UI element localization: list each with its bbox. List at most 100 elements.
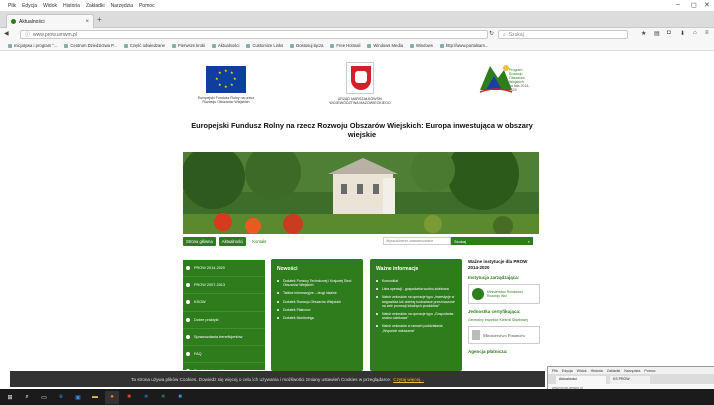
bookmark-item[interactable]: Windows [409, 43, 433, 48]
bookmark-star-icon[interactable]: ★ [641, 30, 646, 37]
nav-contact-link[interactable]: Kontakt [252, 239, 266, 244]
certifying-body-title: Jednostka certyfikująca: [468, 309, 521, 314]
windows-start-icon[interactable]: ⊞ [3, 391, 17, 404]
bullet-icon [186, 300, 190, 305]
bookmark-icon [330, 43, 335, 48]
left-nav-item[interactable]: Dobre praktyki [183, 312, 265, 329]
eagle-emblem-icon [472, 330, 480, 340]
search-icon: ⌕ [503, 31, 506, 38]
close-window-icon[interactable]: ✕ [704, 1, 710, 9]
nav-home-button[interactable]: Strona główna [183, 236, 216, 246]
app-icon[interactable]: ■ [173, 391, 187, 404]
left-navigation: PROW 2014-2020 PROW 2007-2013 KSOW Dobre… [183, 260, 265, 381]
menu-item[interactable]: Narzędzia [111, 3, 134, 9]
region-logo: URZĄD MARSZAŁKOWSKI WOJEWÓDZTWA MAZOWIEC… [322, 62, 398, 105]
info-box: Ważne informacje Komunikat Lista operacj… [370, 259, 462, 371]
preview-tab: Aktualności [556, 376, 606, 384]
news-link[interactable]: Tablice informacyjne – drogi lokalne [277, 291, 357, 295]
minimize-icon[interactable]: – [676, 1, 680, 8]
new-tab-button[interactable]: + [97, 15, 102, 24]
url-text: www.prow.umwm.pl [33, 31, 77, 38]
excel-icon[interactable]: ■ [156, 391, 170, 404]
reload-icon[interactable]: ↻ [489, 30, 494, 37]
maximize-icon[interactable]: ◻ [691, 1, 697, 9]
menu-item[interactable]: Zakładki [86, 3, 105, 9]
back-icon[interactable]: ◀ [4, 30, 9, 37]
bookmark-item[interactable]: Inicjatywa i program "... [8, 43, 57, 48]
info-link[interactable]: Lista operacji - gospodarka wodno-ścieko… [376, 287, 456, 291]
eu-logo: ★ ★ ★ ★ ★ ★ ★ ★ Europejski Fundusz Rolny na rze… [197, 66, 255, 104]
certifying-body-name[interactable]: Generalny Inspektor Kontroli Skarbowej [468, 318, 540, 322]
nav-news-button[interactable]: Aktualności [218, 236, 247, 246]
word-icon[interactable]: ■ [139, 391, 153, 404]
powerpoint-icon[interactable]: ■ [122, 391, 136, 404]
bookmark-item[interactable]: Customize Links [246, 43, 283, 48]
menu-item[interactable]: Historia [63, 3, 80, 9]
tab-title: Aktualności [19, 18, 45, 25]
bookmark-item[interactable]: http://www.portalsam... [439, 43, 488, 48]
page-headline: Europejski Fundusz Rolny na rzecz Rozwoj… [191, 121, 533, 139]
menu-bar: Plik Edycja Widok Historia Zakładki Narz… [0, 0, 714, 11]
menu-item[interactable]: Plik [8, 3, 16, 9]
menu-item[interactable]: Edycja [22, 3, 37, 9]
firefox-icon[interactable]: ● [105, 390, 119, 404]
left-nav-item[interactable]: PROW 2014-2020 [183, 260, 265, 278]
info-link[interactable]: Nabór wniosków w ramach poddziałania „Ws… [376, 324, 456, 333]
bullet-icon [186, 317, 190, 322]
hero-image [183, 152, 539, 234]
bookmark-item[interactable]: Free Hotmail [330, 43, 360, 48]
info-link[interactable]: Nabór wniosków na operacje typu „Inwesty… [376, 295, 456, 308]
menu-item[interactable]: Widok [43, 3, 57, 9]
paying-agency-title: Agencja płatnicza: [468, 349, 508, 354]
explorer-icon[interactable]: ▬ [88, 391, 102, 404]
site-search-button[interactable]: Szukaj ⌕ [451, 237, 533, 245]
bookmark-icon [290, 43, 295, 48]
edge-icon[interactable]: e [54, 391, 68, 404]
info-link[interactable]: Nabór wniosków na operacje typu „Gospoda… [376, 312, 456, 320]
bookmark-item[interactable]: Pierwsze kroki [172, 43, 205, 48]
hamburger-menu-icon[interactable]: ≡ [705, 30, 709, 36]
prow-logo: Program Rozwoju Obszarów Wiejskich na la… [461, 60, 531, 97]
bookmark-item[interactable]: Windows Media [367, 43, 403, 48]
news-link[interactable]: Dodatek Monitoringu [277, 316, 357, 320]
bookmark-item[interactable]: Dostosuj łącza [290, 43, 323, 48]
left-nav-item[interactable]: FAQ [183, 346, 265, 364]
bookmark-item[interactable]: Aktualności [212, 43, 239, 48]
pocket-icon[interactable]: ◘ [667, 30, 671, 36]
left-nav-item[interactable]: PROW 2007-2013 [183, 277, 265, 295]
bookmark-item[interactable]: Centrum Dziedzictwa P... [64, 43, 117, 48]
info-link[interactable]: Komunikat [376, 279, 456, 283]
browser-tab[interactable]: Aktualności × [6, 14, 94, 28]
task-view-icon[interactable]: ▭ [37, 391, 51, 404]
site-search: Wyszukiwanie zaawansowane Szukaj ⌕ [383, 237, 533, 245]
menu-item[interactable]: Pomoc [139, 3, 155, 9]
info-box-title: Ważne informacje [376, 266, 419, 272]
cookie-read-more-link[interactable]: Czytaj więcej... [393, 377, 424, 382]
news-link[interactable]: Dodatek Płatności [277, 308, 357, 312]
store-icon[interactable]: ▣ [71, 391, 85, 404]
info-icon[interactable]: ⓘ [25, 31, 30, 38]
finance-ministry-link[interactable]: Ministerstwo Finansów [468, 326, 540, 344]
left-nav-item[interactable]: KSOW [183, 294, 265, 312]
cookie-banner: Ta strona używa plików Cookies. Dowiedz … [10, 371, 545, 387]
download-icon[interactable]: ⬇ [680, 30, 685, 37]
taskbar: ⊞ ⌕ ▭ e ▣ ▬ ● ■ ■ ■ ■ [0, 389, 714, 405]
close-tab-icon[interactable]: × [85, 19, 89, 25]
bookmark-item[interactable]: Część odwiedzane [123, 43, 165, 48]
cookie-text: Ta strona używa plików Cookies. Dowiedz … [131, 376, 392, 382]
news-link[interactable]: Dodatek Pomocy Technicznej i Krajowej Si… [277, 279, 357, 287]
address-bar[interactable]: ⓘ www.prow.umwm.pl [20, 30, 488, 39]
left-nav-item[interactable]: Sprawozdania beneficjentów [183, 329, 265, 346]
institutions-column: Ważne instytucje dla PROW 2014-2020 Inst… [468, 259, 540, 358]
library-icon[interactable]: ▤ [654, 30, 660, 37]
bookmark-icon [367, 43, 372, 48]
bullet-icon [186, 334, 190, 339]
search-icon[interactable]: ⌕ [20, 391, 34, 404]
preview-tab: KS PROW [610, 376, 650, 384]
managing-authority-link[interactable]: Ministerstwo Rolnictwa i Rozwoju Wsi [468, 284, 540, 304]
site-search-input[interactable]: Wyszukiwanie zaawansowane [383, 237, 451, 245]
search-bar[interactable]: ⌕ Szukaj [498, 30, 628, 39]
home-icon[interactable]: ⌂ [693, 30, 697, 36]
news-link[interactable]: Dodatek Rozwoju Obszarów Wiejskich [277, 300, 357, 304]
news-box: Nowości Dodatek Pomocy Technicznej i Kra… [271, 259, 363, 371]
